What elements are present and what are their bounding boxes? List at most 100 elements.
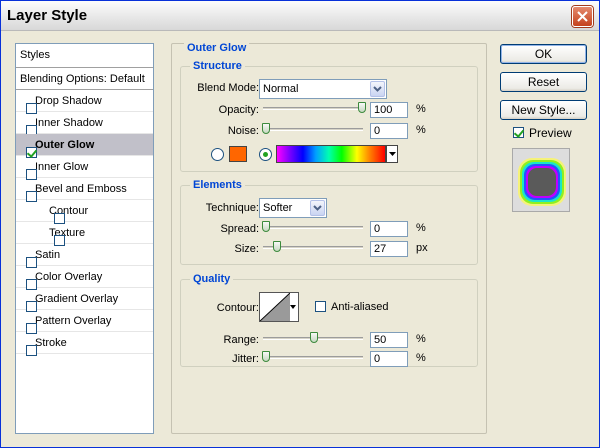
chevron-down-icon — [388, 152, 396, 156]
style-item-label: Pattern Overlay — [35, 315, 112, 327]
anti-aliased-checkbox[interactable] — [315, 301, 326, 312]
style-item-satin[interactable]: Satin — [16, 244, 153, 268]
style-checkbox[interactable] — [21, 315, 37, 334]
opacity-input[interactable]: 100 — [370, 102, 408, 118]
size-unit: px — [416, 242, 428, 254]
ok-button[interactable]: OK — [500, 44, 587, 64]
style-checkbox[interactable] — [21, 161, 37, 180]
glow-preview-image — [518, 158, 566, 206]
structure-title: Structure — [190, 60, 245, 72]
style-checkbox[interactable] — [21, 337, 37, 356]
panel-title: Outer Glow — [184, 42, 250, 54]
style-checkbox[interactable] — [21, 271, 37, 290]
elements-group: Elements Technique: Softer Spread: 0 % S… — [180, 179, 478, 265]
range-input[interactable]: 50 — [370, 332, 408, 348]
noise-unit: % — [416, 124, 426, 136]
technique-label: Technique: — [205, 202, 259, 214]
blend-mode-label: Blend Mode: — [197, 82, 259, 94]
reset-button[interactable]: Reset — [500, 72, 587, 92]
style-item-label: Inner Glow — [35, 161, 89, 173]
spread-label: Spread: — [220, 223, 259, 235]
blend-mode-value: Normal — [263, 83, 299, 95]
noise-label: Noise: — [227, 125, 259, 137]
style-item-stroke[interactable]: Stroke — [16, 332, 153, 356]
size-input[interactable]: 27 — [370, 241, 408, 257]
style-item-label: Inner Shadow — [35, 117, 103, 129]
style-item-pattern-overlay[interactable]: Pattern Overlay — [16, 310, 153, 334]
style-item-inner-shadow[interactable]: Inner Shadow — [16, 112, 153, 136]
style-checkbox[interactable] — [35, 205, 65, 224]
opacity-slider-track[interactable] — [263, 107, 363, 110]
noise-input[interactable]: 0 — [370, 123, 408, 139]
opacity-slider-thumb[interactable] — [358, 102, 366, 113]
blending-options-item[interactable]: Blending Options: Default — [16, 68, 153, 90]
style-item-label: Satin — [35, 249, 61, 261]
layer-style-dialog: Layer Style Styles Blending Options: Def… — [0, 0, 600, 448]
spread-slider-thumb[interactable] — [262, 221, 270, 232]
style-checkbox[interactable] — [35, 227, 65, 246]
gradient-radio[interactable] — [259, 148, 272, 161]
spread-slider-track[interactable] — [263, 226, 363, 229]
glow-color-swatch[interactable] — [229, 146, 247, 162]
style-checkbox[interactable] — [21, 249, 37, 268]
size-slider-thumb[interactable] — [272, 241, 281, 252]
style-checkbox[interactable] — [21, 139, 37, 158]
style-item-color-overlay[interactable]: Color Overlay — [16, 266, 153, 290]
dialog-title: Layer Style — [7, 7, 88, 24]
noise-slider-thumb[interactable] — [262, 123, 270, 134]
style-item-gradient-overlay[interactable]: Gradient Overlay — [16, 288, 153, 312]
technique-value: Softer — [263, 202, 293, 214]
preview-label: Preview — [529, 126, 572, 140]
chevron-down-icon — [290, 305, 296, 309]
style-item-label: Drop Shadow — [35, 95, 102, 107]
style-checkbox[interactable] — [21, 293, 37, 312]
style-item-label: Outer Glow — [35, 139, 95, 151]
preview-checkbox[interactable] — [513, 127, 524, 138]
elements-title: Elements — [190, 179, 245, 191]
jitter-slider-track[interactable] — [263, 356, 363, 359]
chevron-down-icon — [370, 81, 385, 97]
style-item-label: Stroke — [35, 337, 67, 349]
close-button[interactable] — [572, 6, 593, 27]
range-label: Range: — [223, 334, 259, 346]
style-item-contour[interactable]: Contour — [16, 200, 153, 224]
style-item-label: Color Overlay — [35, 271, 103, 283]
gradient-picker-button[interactable] — [386, 145, 398, 163]
opacity-label: Opacity: — [218, 104, 259, 116]
jitter-input[interactable]: 0 — [370, 351, 408, 367]
contour-picker[interactable] — [259, 292, 299, 322]
blend-mode-select[interactable]: Normal — [259, 79, 387, 99]
spread-input[interactable]: 0 — [370, 221, 408, 237]
styles-list: Styles Blending Options: Default Drop Sh… — [15, 43, 154, 434]
style-item-label: Gradient Overlay — [35, 293, 119, 305]
style-checkbox[interactable] — [21, 95, 37, 114]
jitter-unit: % — [416, 352, 426, 364]
style-item-drop-shadow[interactable]: Drop Shadow — [16, 90, 153, 114]
anti-aliased-label: Anti-aliased — [331, 301, 389, 313]
spread-unit: % — [416, 222, 426, 234]
style-checkbox[interactable] — [21, 183, 37, 202]
solid-color-radio[interactable] — [211, 148, 224, 161]
style-item-outer-glow[interactable]: Outer Glow — [16, 134, 153, 158]
opacity-unit: % — [416, 103, 426, 115]
title-bar[interactable]: Layer Style — [1, 1, 599, 31]
range-slider-thumb[interactable] — [310, 332, 318, 343]
style-item-label: Bevel and Emboss — [35, 183, 127, 195]
quality-title: Quality — [190, 273, 234, 285]
styles-header[interactable]: Styles — [16, 44, 153, 68]
outer-glow-panel: Outer Glow Structure Blend Mode: Normal … — [171, 42, 487, 434]
technique-select[interactable]: Softer — [259, 198, 327, 218]
style-checkbox[interactable] — [21, 117, 37, 136]
glow-gradient-swatch[interactable] — [276, 145, 386, 163]
new-style-button[interactable]: New Style... — [500, 100, 587, 120]
close-icon — [577, 11, 588, 22]
structure-group: Structure Blend Mode: Normal Opacity: 10… — [180, 60, 478, 172]
noise-slider-track[interactable] — [263, 128, 363, 131]
contour-label: Contour: — [216, 302, 259, 314]
style-items: Drop Shadow Inner Shadow Outer Glow Inner G… — [16, 90, 153, 356]
jitter-slider-thumb[interactable] — [262, 351, 270, 362]
style-item-bevel-and-emboss[interactable]: Bevel and Emboss — [16, 178, 153, 202]
style-item-inner-glow[interactable]: Inner Glow — [16, 156, 153, 180]
quality-group: Quality Contour: Anti-aliased Range: 50 … — [180, 273, 478, 367]
style-item-texture[interactable]: Texture — [16, 222, 153, 246]
